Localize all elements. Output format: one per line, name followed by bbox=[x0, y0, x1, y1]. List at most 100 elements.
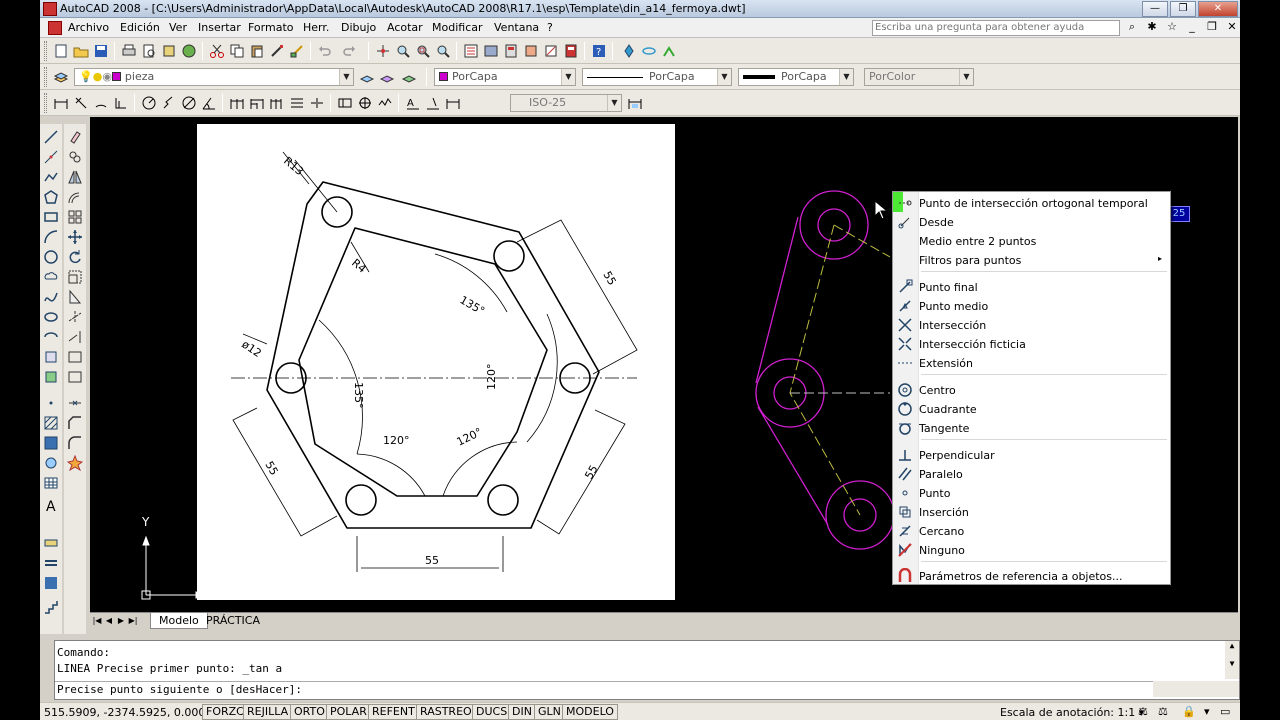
next-tab-icon[interactable]: ▶ bbox=[116, 614, 126, 627]
line-icon[interactable] bbox=[42, 128, 60, 146]
mtext-icon[interactable]: A bbox=[42, 496, 60, 514]
dim-angular-icon[interactable] bbox=[200, 94, 218, 112]
center-mark-icon[interactable] bbox=[356, 94, 374, 112]
menu-item-tangente[interactable]: Tangente bbox=[893, 419, 1170, 437]
dim-baseline-icon[interactable] bbox=[248, 94, 266, 112]
grid-toggle[interactable]: REJILLA bbox=[243, 704, 293, 720]
calculator-icon[interactable] bbox=[562, 42, 580, 60]
dim-continue-icon[interactable] bbox=[268, 94, 286, 112]
dyn-toggle[interactable]: DIN bbox=[508, 704, 536, 720]
menu-ventana[interactable]: Ventana bbox=[494, 21, 539, 34]
layer-previous-icon[interactable] bbox=[378, 68, 396, 86]
model-toggle[interactable]: MODELO bbox=[562, 704, 618, 720]
make-object-layer-current-icon[interactable] bbox=[358, 68, 376, 86]
make-block-icon[interactable] bbox=[42, 368, 60, 386]
qnew-icon[interactable] bbox=[52, 42, 70, 60]
join-icon[interactable] bbox=[66, 394, 84, 412]
3d-dwf-icon[interactable] bbox=[180, 42, 198, 60]
dimstyle-manager-icon[interactable] bbox=[626, 94, 644, 112]
rectangle-icon[interactable] bbox=[42, 208, 60, 226]
layout-icon[interactable] bbox=[42, 534, 60, 552]
dim-edit-icon[interactable] bbox=[424, 94, 442, 112]
color-dropdown[interactable]: PorCapa ▼ bbox=[434, 68, 576, 86]
dim-diameter-icon[interactable] bbox=[180, 94, 198, 112]
tool-palettes-icon[interactable] bbox=[502, 42, 520, 60]
chevron-down-icon[interactable]: ▼ bbox=[607, 95, 621, 111]
block-editor-icon[interactable] bbox=[288, 42, 306, 60]
point-icon[interactable] bbox=[42, 394, 60, 412]
chevron-down-icon[interactable]: ▼ bbox=[839, 69, 853, 85]
dim-linear-icon[interactable] bbox=[52, 94, 70, 112]
dim-aligned-icon[interactable] bbox=[72, 94, 90, 112]
menu-item-medio-2-puntos[interactable]: Medio entre 2 puntos bbox=[893, 232, 1170, 250]
command-prompt[interactable]: Precise punto siguiente o [desHacer]: bbox=[55, 681, 1155, 699]
dim-radius-icon[interactable] bbox=[140, 94, 158, 112]
status-menu-icon[interactable]: ▾ bbox=[1204, 705, 1210, 718]
lock-icon[interactable]: 🔒 bbox=[1182, 705, 1196, 718]
layer-states-icon[interactable] bbox=[400, 68, 418, 86]
pan-icon[interactable] bbox=[374, 42, 392, 60]
doc-restore-button[interactable]: ❐ bbox=[1204, 20, 1220, 34]
quick-dim-icon[interactable] bbox=[228, 94, 246, 112]
matchprop-icon[interactable] bbox=[268, 42, 286, 60]
dimstyle-dropdown[interactable]: ISO-25 ▼ bbox=[510, 94, 622, 112]
zoom-window-icon[interactable] bbox=[414, 42, 432, 60]
polar-toggle[interactable]: POLAR bbox=[326, 704, 371, 720]
annotation-visibility-icon[interactable]: ⚖ bbox=[1138, 705, 1148, 718]
region-icon[interactable] bbox=[42, 454, 60, 472]
menu-insertar[interactable]: Insertar bbox=[198, 21, 241, 34]
menu-item-insercion[interactable]: Inserción bbox=[893, 503, 1170, 521]
ellipse-icon[interactable] bbox=[42, 308, 60, 326]
ortho-toggle[interactable]: ORTO bbox=[290, 704, 329, 720]
plot-icon[interactable] bbox=[120, 42, 138, 60]
first-tab-icon[interactable]: |◀ bbox=[92, 614, 102, 627]
menu-item-paralelo[interactable]: Paralelo bbox=[893, 465, 1170, 483]
layer-dropdown[interactable]: 💡●◉ pieza ▼ bbox=[74, 68, 354, 86]
menu-help[interactable]: ? bbox=[547, 21, 553, 34]
document-icon[interactable] bbox=[48, 21, 62, 35]
design-center-icon[interactable] bbox=[482, 42, 500, 60]
menu-item-filtros[interactable]: Filtros para puntos ▸ bbox=[893, 251, 1170, 269]
array-icon[interactable] bbox=[66, 208, 84, 226]
tab-practica[interactable]: PRÁCTICA bbox=[198, 613, 268, 629]
dim-space-icon[interactable] bbox=[288, 94, 306, 112]
publish-icon[interactable] bbox=[160, 42, 178, 60]
doc-minimize-button[interactable]: _ bbox=[1184, 20, 1200, 34]
polyline-icon[interactable] bbox=[42, 168, 60, 186]
dim-arc-icon[interactable] bbox=[92, 94, 110, 112]
command-window[interactable]: Comando: LINEA Precise primer punto: _ta… bbox=[54, 640, 1240, 700]
open-icon[interactable] bbox=[72, 42, 90, 60]
erase-icon[interactable] bbox=[66, 128, 84, 146]
menu-item-cercano[interactable]: Cercano bbox=[893, 522, 1170, 540]
menu-acotar[interactable]: Acotar bbox=[387, 21, 423, 34]
chevron-down-icon[interactable]: ▼ bbox=[959, 69, 973, 85]
stretch-icon[interactable] bbox=[66, 288, 84, 306]
hatch-icon[interactable] bbox=[42, 414, 60, 432]
snap-toggle[interactable]: FORZC bbox=[202, 704, 248, 720]
annotation-scale[interactable]: Escala de anotación: 1:1 ▾ bbox=[1000, 706, 1144, 719]
spline-icon[interactable] bbox=[42, 288, 60, 306]
menu-formato[interactable]: Formato bbox=[248, 21, 294, 34]
close-button[interactable]: ✕ bbox=[1198, 1, 1238, 17]
prev-tab-icon[interactable]: ◀ bbox=[104, 614, 114, 627]
menu-item-interseccion-ficticia[interactable]: Intersección ficticia bbox=[893, 335, 1170, 353]
arc-icon[interactable] bbox=[42, 228, 60, 246]
menu-herr[interactable]: Herr. bbox=[303, 21, 329, 34]
construction-line-icon[interactable] bbox=[42, 148, 60, 166]
help-search-input[interactable]: Escriba una pregunta para obtener ayuda bbox=[872, 20, 1120, 36]
lineweight-dropdown[interactable]: PorCapa ▼ bbox=[738, 68, 854, 86]
zoom-realtime-icon[interactable] bbox=[394, 42, 412, 60]
clean-screen-icon[interactable]: ▭ bbox=[1220, 705, 1230, 718]
menu-item-desde[interactable]: Desde bbox=[893, 213, 1170, 231]
dim-update-icon[interactable] bbox=[444, 94, 462, 112]
rotate-icon[interactable] bbox=[66, 248, 84, 266]
mirror-icon[interactable] bbox=[66, 168, 84, 186]
chevron-down-icon[interactable]: ▼ bbox=[561, 69, 575, 85]
polygon-icon[interactable] bbox=[42, 188, 60, 206]
dim-ordinate-icon[interactable] bbox=[112, 94, 130, 112]
copy-icon[interactable] bbox=[228, 42, 246, 60]
menu-item-ninguno[interactable]: Ninguno bbox=[893, 541, 1170, 559]
trim-icon[interactable] bbox=[66, 308, 84, 326]
markup-icon[interactable] bbox=[542, 42, 560, 60]
ellipse-arc-icon[interactable] bbox=[42, 328, 60, 346]
